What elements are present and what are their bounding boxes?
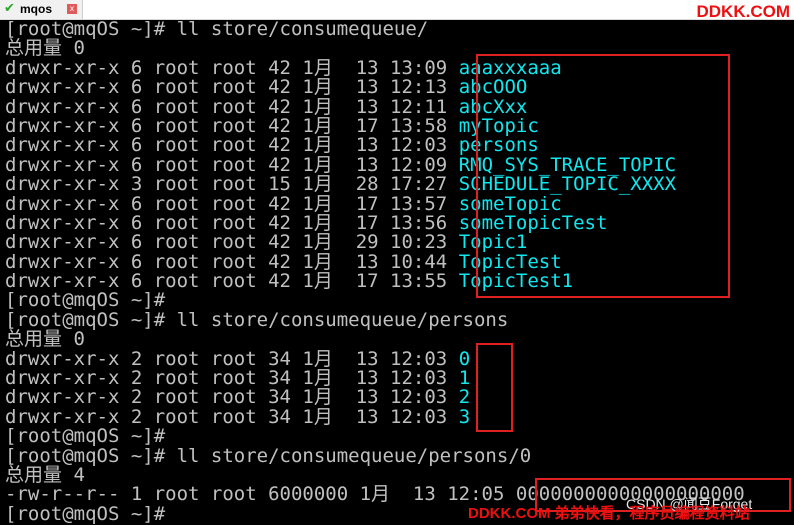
terminal-tab[interactable]: ✔ mqos x [0, 0, 83, 19]
watermark-bottom: DDKK.COM 弟弟快看，程序员编程资料站 [468, 505, 750, 522]
check-icon: ✔ [4, 1, 15, 16]
terminal-output[interactable]: [root@mqOS ~]# ll store/consumequeue/ 总用… [5, 18, 745, 524]
close-icon[interactable]: x [67, 4, 77, 14]
terminal-line: [root@mqOS ~]# ll store/consumequeue/ [5, 18, 429, 40]
dir-name: 3 [458, 405, 471, 428]
terminal-line: [root@mqOS ~]# ll store/consumequeue/per… [5, 444, 532, 467]
watermark-top: DDKK.COM [696, 2, 791, 21]
dir-name: TopicTest1 [458, 270, 574, 293]
tab-title: mqos [20, 2, 53, 16]
tab-bar: ✔ mqos x DDKK.COM [0, 0, 794, 21]
terminal-line: [root@mqOS ~]# ll store/consumequeue/per… [5, 308, 509, 331]
